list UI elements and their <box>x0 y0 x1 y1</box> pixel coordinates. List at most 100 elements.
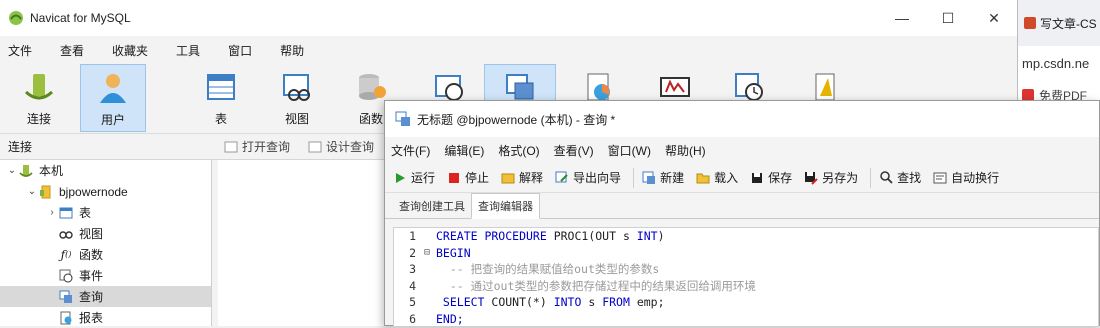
toolbar-table-button[interactable]: 表 <box>188 64 254 132</box>
menu-window[interactable]: 窗口 <box>228 42 252 59</box>
word-wrap-button[interactable]: 自动换行 <box>933 169 999 186</box>
code-token: PROC1(OUT s <box>553 229 637 244</box>
code-token: emp; <box>636 295 665 310</box>
connection-pane-label: 连接 <box>8 140 33 154</box>
stop-button[interactable]: 停止 <box>447 169 489 186</box>
toolbar-user-button[interactable]: 用户 <box>80 64 146 132</box>
open-query-button[interactable]: 打开查询 <box>224 138 290 155</box>
sql-editor[interactable]: 1 CREATE PROCEDURE PROC1(OUT s INT) 2 ⊟ BEGI… <box>393 227 1099 327</box>
user-icon <box>100 74 126 103</box>
menu-favorites[interactable]: 收藏夹 <box>112 42 148 59</box>
toolbar-view-button[interactable]: 视图 <box>264 64 330 132</box>
wrap-icon <box>933 171 947 185</box>
save-as-button[interactable]: 另存为 <box>804 169 858 186</box>
connection-icon <box>18 163 34 179</box>
qmenu-help[interactable]: 帮助(H) <box>665 142 706 159</box>
table-icon <box>58 205 74 221</box>
menu-help[interactable]: 帮助 <box>280 42 304 59</box>
connection-icon <box>24 74 54 100</box>
query-window-title: 无标题 @bjpowernode (本机) - 查询 * <box>417 112 616 127</box>
code-line: 2 ⊟ BEGIN <box>394 245 1098 262</box>
close-button[interactable]: ✕ <box>971 0 1017 36</box>
find-button[interactable]: 查找 <box>879 169 921 186</box>
new-button[interactable]: 新建 <box>642 169 684 186</box>
line-number: 2 <box>409 245 416 260</box>
menu-tools[interactable]: 工具 <box>176 42 200 59</box>
load-icon <box>696 171 710 185</box>
qmenu-format[interactable]: 格式(O) <box>498 142 539 159</box>
tree-node-queries[interactable]: 查询 <box>0 286 211 307</box>
backup-icon <box>660 77 690 97</box>
view-icon <box>283 74 310 101</box>
line-number: 1 <box>409 229 416 244</box>
qmenu-edit[interactable]: 编辑(E) <box>444 142 484 159</box>
code-token: -- 通过out类型的参数把存储过程中的结果返回给调用环境 <box>436 278 756 293</box>
chevron-down-icon[interactable]: ⌄ <box>6 165 18 176</box>
tree-node-views[interactable]: 视图 <box>0 223 211 244</box>
tree-node-tables[interactable]: › 表 <box>0 202 211 223</box>
code-line: 1 CREATE PROCEDURE PROC1(OUT s INT) <box>394 228 1098 245</box>
tree-node-localhost[interactable]: ⌄ 本机 <box>0 160 211 181</box>
open-query-icon <box>224 141 238 152</box>
query-window: 无标题 @bjpowernode (本机) - 查询 * 文件(F) 编辑(E)… <box>384 100 1100 327</box>
chevron-right-icon[interactable]: › <box>46 207 58 218</box>
browser-address-bar[interactable]: mp.csdn.ne <box>1018 46 1100 80</box>
line-number: 5 <box>409 295 416 310</box>
maximize-button[interactable]: ☐ <box>925 0 971 36</box>
function-icon: ƒ() <box>60 247 72 262</box>
menu-file[interactable]: 文件 <box>8 42 32 59</box>
code-token: s <box>588 295 603 310</box>
new-icon <box>642 171 656 185</box>
tab-query-builder[interactable]: 查询创建工具 <box>393 194 471 218</box>
csdn-favicon-icon <box>1024 17 1036 29</box>
chevron-down-icon[interactable]: ⌄ <box>26 186 38 197</box>
tab-query-editor[interactable]: 查询编辑器 <box>471 193 540 219</box>
browser-tab-title: 写文章-CS <box>1040 16 1097 31</box>
code-line: 5 SELECT COUNT(*) INTO s FROM emp; <box>394 294 1098 311</box>
minimize-button[interactable]: — <box>879 0 925 36</box>
toolbar-connection-button[interactable]: 连接 <box>6 64 72 132</box>
code-text: CREATE PROCEDURE PROC1(OUT s INT) <box>434 229 665 243</box>
code-token: INTO <box>553 295 589 310</box>
tree-node-events[interactable]: 事件 <box>0 265 211 286</box>
tree-node-reports[interactable]: 报表 <box>0 307 211 328</box>
fold-toggle-icon[interactable]: ⊟ <box>420 247 434 258</box>
code-token: -- 把查询的结果赋值给out类型的参数s <box>436 262 660 277</box>
toolbar-separator <box>633 167 635 188</box>
object-list-area[interactable] <box>218 160 388 326</box>
browser-tab[interactable]: 写文章-CS <box>1018 0 1100 46</box>
code-line: 3 -- 把查询的结果赋值给out类型的参数s <box>394 261 1098 278</box>
code-token: COUNT(*) <box>491 295 554 310</box>
export-wizard-button[interactable]: 导出向导 <box>555 169 621 186</box>
main-titlebar: Navicat for MySQL — ☐ ✕ <box>0 0 1017 36</box>
function-icon <box>359 74 386 100</box>
save-button[interactable]: 保存 <box>750 169 792 186</box>
code-text: -- 把查询的结果赋值给out类型的参数s <box>434 261 659 277</box>
query-icon <box>395 111 410 126</box>
load-button[interactable]: 载入 <box>696 169 738 186</box>
database-icon <box>38 184 54 200</box>
tree-node-functions[interactable]: ƒ() 函数 <box>0 244 211 265</box>
model-icon <box>815 73 835 101</box>
code-text: END; <box>434 312 464 326</box>
code-token: BEGIN <box>436 245 471 260</box>
explain-button[interactable]: 解释 <box>501 169 543 186</box>
tree-node-database[interactable]: ⌄ bjpowernode <box>0 181 211 202</box>
qmenu-file[interactable]: 文件(F) <box>391 142 430 159</box>
event-icon <box>435 75 463 101</box>
qmenu-window[interactable]: 窗口(W) <box>608 142 651 159</box>
query-menubar: 文件(F) 编辑(E) 格式(O) 查看(V) 窗口(W) 帮助(H) <box>385 137 1099 163</box>
schedule-icon <box>735 73 763 101</box>
code-token: END; <box>436 311 464 326</box>
export-icon <box>555 171 569 185</box>
code-text: -- 通过out类型的参数把存储过程中的结果返回给调用环境 <box>434 278 756 294</box>
view-icon <box>58 226 74 242</box>
report-icon <box>58 310 74 326</box>
connection-tree: ⌄ 本机 ⌄ bjpowernode › 表 视图 ƒ() 函数 事件 查询 报… <box>0 160 212 326</box>
code-token: SELECT <box>436 295 492 310</box>
menu-view[interactable]: 查看 <box>60 42 84 59</box>
query-icon <box>58 289 74 305</box>
qmenu-view[interactable]: 查看(V) <box>554 142 594 159</box>
run-button[interactable]: 运行 <box>393 169 435 186</box>
design-query-button[interactable]: 设计查询 <box>308 138 374 155</box>
